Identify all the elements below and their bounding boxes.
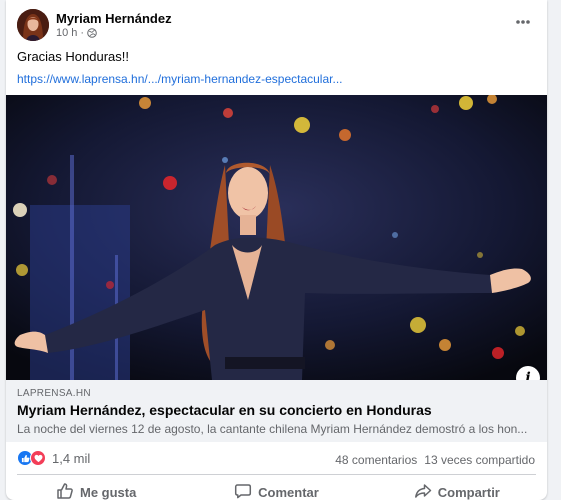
comment-button[interactable]: Comentar — [186, 476, 366, 500]
shares-count[interactable]: 13 veces compartido — [424, 453, 535, 467]
comments-count[interactable]: 48 comentarios — [335, 453, 417, 467]
post-meta: 10 h · — [56, 27, 97, 39]
post-time[interactable]: 10 h — [56, 27, 77, 39]
love-reaction-icon — [30, 450, 46, 466]
post-photo[interactable] — [6, 95, 547, 380]
reactions-summary[interactable]: 1,4 mil — [17, 450, 90, 466]
more-options-icon[interactable] — [513, 14, 533, 30]
preview-title[interactable]: Myriam Hernández, espectacular en su con… — [17, 402, 432, 418]
preview-description: La noche del viernes 12 de agosto, la ca… — [17, 422, 528, 436]
comment-label: Comentar — [258, 484, 319, 500]
link-preview[interactable]: LAPRENSA.HN Myriam Hernández, espectacul… — [6, 380, 547, 442]
share-label: Compartir — [437, 484, 500, 500]
post-actions: Me gusta Comentar Compartir — [6, 476, 547, 500]
like-label: Me gusta — [79, 484, 137, 500]
share-button[interactable]: Compartir — [367, 476, 547, 500]
share-arrow-icon — [414, 482, 432, 500]
post-header: Myriam Hernández 10 h · — [6, 0, 547, 44]
thumbs-up-icon — [56, 482, 74, 500]
avatar[interactable] — [17, 9, 49, 41]
post-stats: 1,4 mil 48 comentarios 13 veces comparti… — [6, 446, 547, 472]
engagement-counts: 48 comentarios 13 veces compartido — [335, 453, 535, 467]
author-name[interactable]: Myriam Hernández — [56, 11, 172, 26]
like-button[interactable]: Me gusta — [6, 476, 186, 500]
globe-icon — [87, 28, 97, 38]
preview-domain: LAPRENSA.HN — [17, 388, 91, 399]
meta-separator: · — [80, 27, 85, 39]
comment-bubble-icon — [234, 482, 252, 500]
post-card: Myriam Hernández 10 h · Gracias Honduras… — [6, 0, 547, 500]
post-caption: Gracias Honduras!! — [17, 49, 129, 64]
actions-divider — [17, 474, 536, 475]
reaction-count: 1,4 mil — [52, 450, 91, 466]
post-link[interactable]: https://www.laprensa.hn/.../myriam-herna… — [17, 72, 342, 86]
